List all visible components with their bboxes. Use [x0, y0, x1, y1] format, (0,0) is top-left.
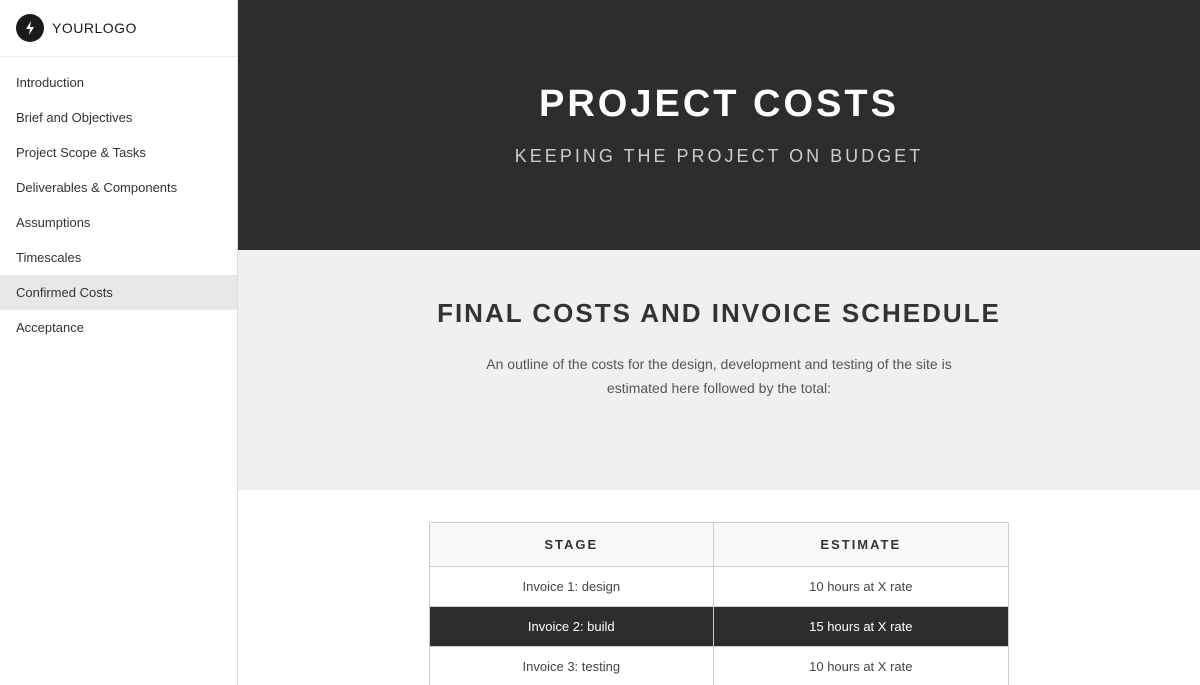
col-estimate: ESTIMATE: [713, 523, 1008, 567]
section-title: FINAL COSTS AND INVOICE SCHEDULE: [437, 298, 1001, 329]
sidebar-item[interactable]: Deliverables & Components: [0, 170, 237, 205]
table-row: Invoice 2: build15 hours at X rate: [430, 607, 1009, 647]
table-cell-estimate: 10 hours at X rate: [713, 567, 1008, 607]
nav-menu: IntroductionBrief and ObjectivesProject …: [0, 57, 237, 353]
main-content: PROJECT COSTS KEEPING THE PROJECT ON BUD…: [238, 0, 1200, 685]
logo-bold: YOUR: [52, 20, 94, 36]
table-cell-stage: Invoice 1: design: [430, 567, 714, 607]
table-body: Invoice 1: design10 hours at X rateInvoi…: [430, 567, 1009, 685]
table-cell-stage: Invoice 3: testing: [430, 647, 714, 685]
table-row: Invoice 3: testing10 hours at X rate: [430, 647, 1009, 685]
table-cell-stage: Invoice 2: build: [430, 607, 714, 647]
sidebar-item[interactable]: Confirmed Costs: [0, 275, 237, 310]
hero-section: PROJECT COSTS KEEPING THE PROJECT ON BUD…: [238, 0, 1200, 250]
sidebar-item[interactable]: Acceptance: [0, 310, 237, 345]
sidebar-item[interactable]: Brief and Objectives: [0, 100, 237, 135]
section-description: An outline of the costs for the design, …: [459, 353, 979, 401]
cost-table: STAGE ESTIMATE Invoice 1: design10 hours…: [429, 522, 1009, 685]
table-cell-estimate: 10 hours at X rate: [713, 647, 1008, 685]
table-row: Invoice 1: design10 hours at X rate: [430, 567, 1009, 607]
bolt-icon: [22, 20, 38, 36]
logo-area: YOURLOGO: [0, 0, 237, 57]
logo-icon: [16, 14, 44, 42]
hero-subtitle: KEEPING THE PROJECT ON BUDGET: [515, 146, 923, 167]
sidebar-item[interactable]: Timescales: [0, 240, 237, 275]
col-stage: STAGE: [430, 523, 714, 567]
content-section: FINAL COSTS AND INVOICE SCHEDULE An outl…: [238, 250, 1200, 490]
logo-text: YOURLOGO: [52, 20, 137, 36]
sidebar-item[interactable]: Project Scope & Tasks: [0, 135, 237, 170]
sidebar: YOURLOGO IntroductionBrief and Objective…: [0, 0, 238, 685]
logo-normal: LOGO: [94, 20, 136, 36]
sidebar-item[interactable]: Assumptions: [0, 205, 237, 240]
table-section: STAGE ESTIMATE Invoice 1: design10 hours…: [238, 490, 1200, 685]
table-cell-estimate: 15 hours at X rate: [713, 607, 1008, 647]
hero-title: PROJECT COSTS: [539, 83, 899, 126]
table-header-row: STAGE ESTIMATE: [430, 523, 1009, 567]
sidebar-item[interactable]: Introduction: [0, 65, 237, 100]
